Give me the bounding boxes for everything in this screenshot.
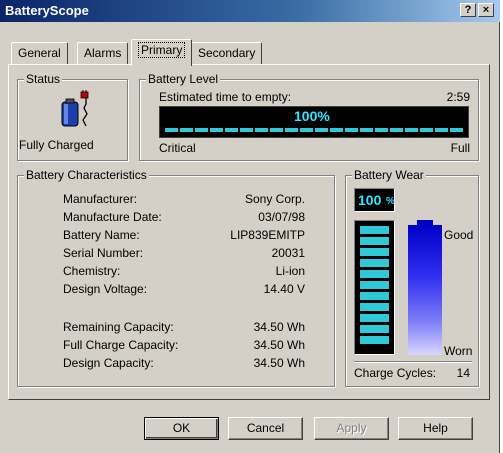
battery-level-segment — [345, 128, 358, 132]
full-label: Full — [450, 141, 470, 155]
wear-segment — [360, 226, 389, 234]
battery-level-segment — [405, 128, 418, 132]
wear-segment — [360, 248, 389, 256]
battery-level-group-label: Battery Level — [146, 72, 221, 86]
battery-level-segment — [375, 128, 388, 132]
wear-gauge-fill — [360, 226, 389, 344]
battery-plug-icon — [56, 90, 96, 130]
help-title-button[interactable]: ? — [460, 3, 476, 17]
tab-primary[interactable]: Primary — [131, 39, 193, 66]
estimated-time-value: 2:59 — [446, 90, 470, 104]
design-voltage-value: 14.40 V — [263, 282, 305, 296]
battery-name-label: Battery Name: — [63, 228, 140, 242]
apply-button[interactable]: Apply — [314, 417, 389, 440]
battery-level-segment — [270, 128, 283, 132]
battery-level-segment — [360, 128, 373, 132]
status-group-label: Status — [24, 72, 63, 86]
full-charge-capacity-value: 34.50 Wh — [253, 338, 305, 352]
good-label: Good — [444, 228, 474, 242]
wear-segment — [360, 237, 389, 245]
battery-level-segment — [180, 128, 193, 132]
battery-level-segment — [285, 128, 298, 132]
wear-segment — [360, 314, 389, 322]
status-text: Fully Charged — [19, 138, 94, 152]
chemistry-label: Chemistry: — [63, 264, 121, 278]
battery-level-percent: 100% — [294, 108, 330, 124]
battery-level-segment — [315, 128, 328, 132]
battery-level-segment — [195, 128, 208, 132]
battery-level-segment — [210, 128, 223, 132]
window-title: BatteryScope — [5, 3, 89, 18]
remaining-capacity-value: 34.50 Wh — [253, 320, 305, 334]
wear-segment — [360, 303, 389, 311]
remaining-capacity-label: Remaining Capacity: — [63, 320, 174, 334]
battery-characteristics-group: Battery Characteristics Manufacturer: So… — [17, 168, 335, 387]
serial-number-value: 20031 — [271, 246, 305, 260]
battery-characteristics-group-label: Battery Characteristics — [24, 168, 149, 182]
wear-segment — [360, 259, 389, 267]
battery-level-segment — [390, 128, 403, 132]
charge-cycles-value: 14 — [456, 366, 470, 380]
tab-alarms[interactable]: Alarms — [77, 42, 129, 64]
battery-level-segment — [450, 128, 463, 132]
battery-level-fill — [165, 128, 463, 132]
close-title-button[interactable]: × — [478, 3, 494, 17]
wear-segment — [360, 270, 389, 278]
wear-segment — [360, 325, 389, 333]
battery-name-value: LIP839EMITP — [230, 228, 305, 242]
wear-percent-display: 100% — [354, 188, 395, 212]
wear-segment — [360, 281, 389, 289]
battery-level-segment — [330, 128, 343, 132]
wear-segment — [360, 336, 389, 344]
worn-label: Worn — [444, 344, 473, 358]
battery-level-segment — [240, 128, 253, 132]
manufacturer-label: Manufacturer: — [63, 192, 138, 206]
battery-level-segment — [435, 128, 448, 132]
title-bar[interactable]: BatteryScope ? × — [0, 0, 500, 22]
manufacturer-value: Sony Corp. — [244, 192, 305, 206]
charge-cycles-label: Charge Cycles: — [354, 366, 437, 380]
design-capacity-value: 34.50 Wh — [253, 356, 305, 370]
battery-scope-dialog: BatteryScope ? × General Alarms Primary … — [0, 0, 500, 453]
critical-label: Critical — [159, 141, 196, 155]
battery-wear-group: Battery Wear 100% Good Worn Charge Cycle… — [345, 168, 479, 387]
help-button[interactable]: Help — [398, 417, 473, 440]
primary-tab-panel: Status Fully Charged Battery Level Estim… — [8, 64, 490, 400]
serial-number-label: Serial Number: — [63, 246, 144, 260]
wear-divider — [354, 361, 472, 363]
chemistry-value: Li-ion — [275, 264, 305, 278]
battery-level-group: Battery Level Estimated time to empty: 2… — [139, 72, 479, 161]
battery-level-segment — [420, 128, 433, 132]
status-group: Status Fully Charged — [17, 72, 128, 161]
ok-button[interactable]: OK — [144, 417, 219, 440]
tab-general[interactable]: General — [11, 42, 68, 64]
tab-secondary[interactable]: Secondary — [191, 42, 263, 64]
manufacture-date-value: 03/07/98 — [258, 210, 305, 224]
battery-level-segment — [255, 128, 268, 132]
wear-scale-bar — [408, 220, 442, 355]
design-voltage-label: Design Voltage: — [63, 282, 148, 296]
wear-percent-suffix: % — [386, 196, 395, 207]
battery-level-segment — [165, 128, 178, 132]
wear-gauge — [354, 220, 395, 355]
wear-segment — [360, 292, 389, 300]
cancel-button[interactable]: Cancel — [228, 417, 303, 440]
manufacture-date-label: Manufacture Date: — [63, 210, 162, 224]
full-charge-capacity-label: Full Charge Capacity: — [63, 338, 179, 352]
battery-level-segment — [300, 128, 313, 132]
wear-percent-value: 100 — [358, 192, 382, 208]
battery-wear-group-label: Battery Wear — [352, 168, 426, 182]
battery-level-gauge: 100% — [159, 106, 469, 138]
battery-level-segment — [225, 128, 238, 132]
estimated-time-label: Estimated time to empty: — [159, 90, 292, 104]
design-capacity-label: Design Capacity: — [63, 356, 154, 370]
